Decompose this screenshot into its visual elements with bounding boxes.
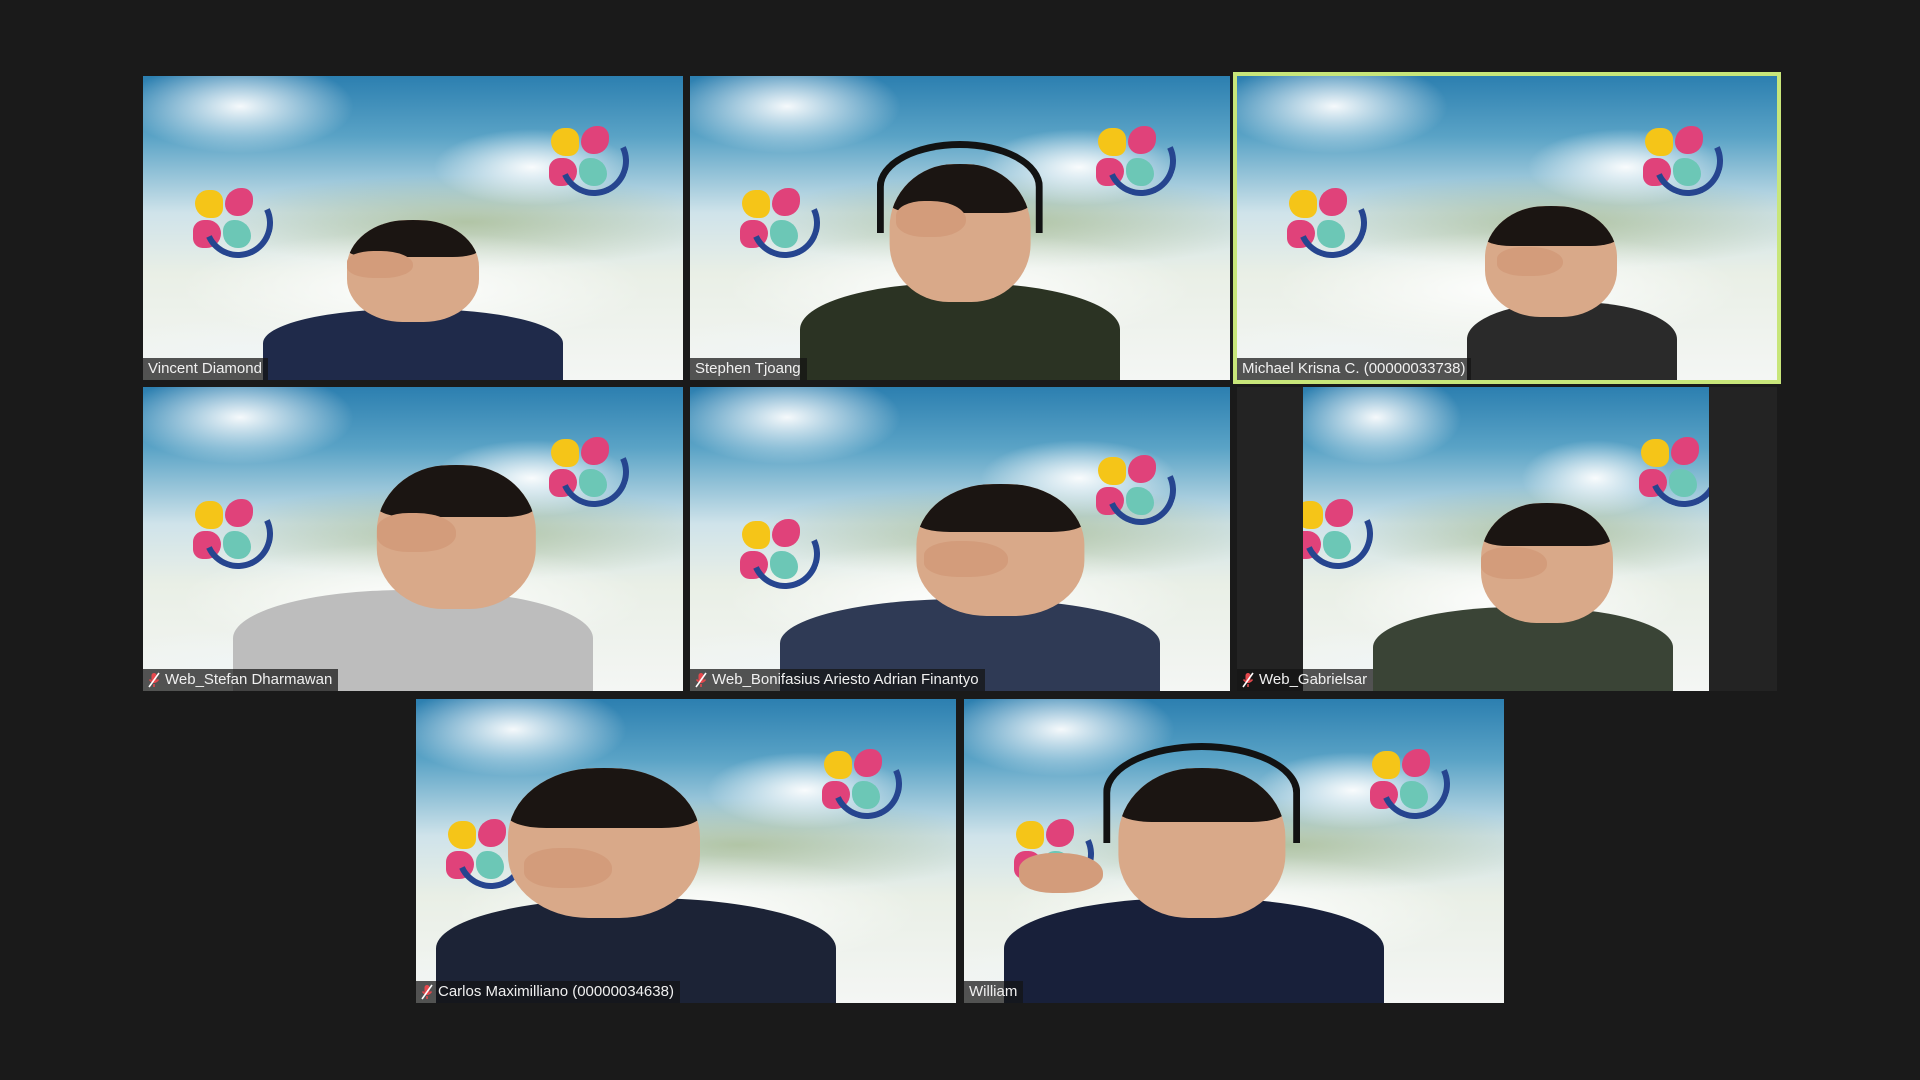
participant-name: Michael Krisna C. (00000033738) bbox=[1242, 360, 1466, 377]
participant-person bbox=[780, 471, 1160, 691]
participant-video bbox=[1237, 76, 1777, 380]
participant-video bbox=[143, 387, 683, 691]
participant-name-label: Web_Gabrielsar bbox=[1237, 669, 1374, 691]
participant-hand bbox=[924, 541, 1008, 577]
logo-icon bbox=[543, 116, 639, 206]
logo-icon bbox=[187, 178, 283, 268]
participant-tile-bonifasius[interactable]: Web_Bonifasius Ariesto Adrian Finantyo bbox=[690, 387, 1230, 691]
participant-video bbox=[416, 699, 956, 1003]
participant-hand bbox=[1481, 547, 1547, 579]
participant-video bbox=[143, 76, 683, 380]
participant-person bbox=[263, 210, 563, 380]
participant-video bbox=[1303, 387, 1709, 691]
participant-video bbox=[690, 387, 1230, 691]
participant-name-label: Web_Stefan Dharmawan bbox=[143, 669, 339, 691]
mic-muted-icon bbox=[695, 672, 707, 688]
participant-tile-vincent-diamond[interactable]: Vincent Diamond bbox=[143, 76, 683, 380]
participant-hand bbox=[377, 513, 457, 552]
participant-person bbox=[1377, 195, 1677, 380]
participant-hand bbox=[524, 848, 612, 888]
participant-name: Web_Gabrielsar bbox=[1259, 671, 1368, 688]
participant-hand bbox=[347, 250, 413, 278]
participant-name-label: Carlos Maximilliano (00000034638) bbox=[416, 981, 680, 1003]
participant-tile-stefan-dharmawan[interactable]: Web_Stefan Dharmawan bbox=[143, 387, 683, 691]
participant-person bbox=[436, 753, 836, 1003]
participant-name-label: Stephen Tjoang bbox=[690, 358, 807, 380]
logo-icon bbox=[1303, 489, 1383, 579]
participant-person bbox=[800, 140, 1120, 380]
mic-muted-icon bbox=[1242, 672, 1254, 688]
participant-name-label: Web_Bonifasius Ariesto Adrian Finantyo bbox=[690, 669, 985, 691]
participant-name: Web_Bonifasius Ariesto Adrian Finantyo bbox=[712, 671, 979, 688]
mic-muted-icon bbox=[421, 984, 433, 1000]
participant-name: William bbox=[969, 983, 1018, 1000]
participant-person bbox=[233, 451, 593, 691]
participant-video bbox=[964, 699, 1504, 1003]
participant-hand bbox=[1019, 853, 1103, 893]
participant-tile-carlos-maximilliano[interactable]: Carlos Maximilliano (00000034638) bbox=[416, 699, 956, 1003]
participant-tile-stephen-tjoang[interactable]: Stephen Tjoang bbox=[690, 76, 1230, 380]
participant-hand bbox=[1497, 246, 1563, 277]
logo-icon bbox=[1637, 116, 1733, 206]
participant-tile-william[interactable]: William bbox=[964, 699, 1504, 1003]
participant-person bbox=[1004, 743, 1384, 1003]
participant-tile-gabrielsar[interactable]: Web_Gabrielsar bbox=[1237, 387, 1777, 691]
participant-name: Vincent Diamond bbox=[148, 360, 262, 377]
zoom-gallery-view: Vincent Diamond Stephen Tjoang Michael K… bbox=[0, 0, 1920, 1080]
mic-muted-icon bbox=[148, 672, 160, 688]
participant-name: Stephen Tjoang bbox=[695, 360, 801, 377]
participant-name: Carlos Maximilliano (00000034638) bbox=[438, 983, 674, 1000]
participant-name-label: Vincent Diamond bbox=[143, 358, 268, 380]
participant-name-label: Michael Krisna C. (00000033738) bbox=[1237, 358, 1472, 380]
participant-tile-michael-krisna[interactable]: Michael Krisna C. (00000033738) bbox=[1233, 72, 1781, 384]
participant-head bbox=[508, 768, 700, 918]
participant-hand bbox=[896, 200, 967, 238]
participant-name-label: William bbox=[964, 981, 1024, 1003]
participant-person bbox=[1373, 491, 1673, 691]
participant-video bbox=[690, 76, 1230, 380]
logo-icon bbox=[1281, 178, 1377, 268]
participant-head bbox=[1118, 768, 1286, 918]
participant-name: Web_Stefan Dharmawan bbox=[165, 671, 333, 688]
